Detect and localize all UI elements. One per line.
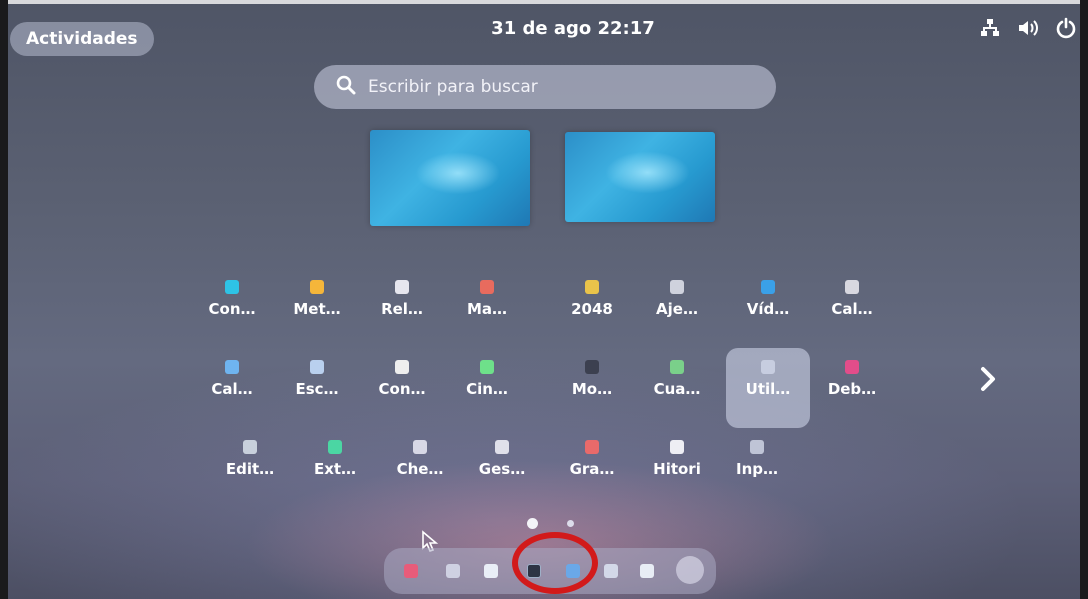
app-icon [585,280,599,294]
app-tile[interactable]: Ext… [293,428,377,508]
app-label: Deb… [827,380,877,398]
app-label: 2048 [571,300,613,318]
app-tile[interactable]: Con… [190,268,274,348]
workspace-thumbnail-2[interactable] [565,132,715,222]
app-icon [225,360,239,374]
app-tile[interactable]: Aje… [635,268,719,348]
app-tile[interactable]: Util… [726,348,810,428]
app-tile[interactable]: Inp… [715,428,799,508]
highlight-annotation [512,532,598,594]
dash-item-help[interactable] [640,564,654,578]
app-tile[interactable]: 2048 [550,268,634,348]
app-tile[interactable]: Deb… [810,348,894,428]
app-icon [670,280,684,294]
datetime-display[interactable]: 31 de ago 22:17 [453,18,693,39]
app-label: Cua… [653,380,701,398]
app-tile[interactable]: Con… [360,348,444,428]
app-icon [750,440,764,454]
app-label: Ges… [478,460,526,478]
app-label: Inp… [736,460,778,478]
app-tile[interactable]: Mo… [550,348,634,428]
search-field[interactable]: Escribir para buscar [314,65,776,109]
dash-item-files[interactable] [484,564,498,578]
app-icon [480,280,494,294]
search-placeholder: Escribir para buscar [368,77,538,97]
app-tile[interactable]: Cal… [190,348,274,428]
app-tile[interactable]: Víd… [726,268,810,348]
app-tile[interactable]: Cal… [810,268,894,348]
volume-icon[interactable] [1016,16,1040,40]
show-apps-button[interactable] [676,556,704,584]
app-icon [495,440,509,454]
monitor-bezel-right [1080,0,1088,599]
workspace-thumbnail-1[interactable] [370,130,530,226]
app-label: Aje… [656,300,698,318]
app-label: Ext… [313,460,357,478]
search-icon [336,75,356,99]
chevron-right-icon [981,367,995,391]
app-tile[interactable]: Hitori [635,428,719,508]
app-icon [670,360,684,374]
app-tile[interactable]: Cua… [635,348,719,428]
activities-button[interactable]: Actividades [10,22,154,56]
app-label: Util… [745,380,791,398]
app-icon [761,280,775,294]
app-label: Ma… [466,300,508,318]
app-icon [413,440,427,454]
monitor-bezel-left [0,0,8,599]
app-tile[interactable]: Edit… [208,428,292,508]
app-tile[interactable]: Esc… [275,348,359,428]
app-icon [243,440,257,454]
app-icon [310,360,324,374]
app-icon [761,360,775,374]
app-label: Edit… [225,460,275,478]
app-label: Cal… [211,380,253,398]
app-label: Rel… [381,300,423,318]
next-page-button[interactable] [976,364,1000,394]
app-label: Gra… [569,460,615,478]
app-label: Che… [396,460,444,478]
app-label: Cin… [466,380,508,398]
app-icon [585,440,599,454]
app-icon [585,360,599,374]
page-indicator-1[interactable] [527,518,538,529]
app-label: Hitori [653,460,701,478]
app-label: Mo… [571,380,613,398]
app-icon [670,440,684,454]
dash-item-firefox[interactable] [404,564,418,578]
app-label: Cal… [831,300,873,318]
app-icon [310,280,324,294]
system-tray[interactable] [978,16,1078,40]
app-tile[interactable]: Met… [275,268,359,348]
app-tile[interactable]: Gra… [550,428,634,508]
dash-item-camera[interactable] [604,564,618,578]
app-icon [395,280,409,294]
app-icon [328,440,342,454]
app-icon [225,280,239,294]
app-icon [480,360,494,374]
network-icon[interactable] [978,16,1002,40]
app-tile[interactable]: Ges… [460,428,544,508]
monitor-bezel-top [0,0,1088,4]
app-label: Esc… [295,380,339,398]
app-label: Con… [208,300,256,318]
app-tile[interactable]: Ma… [445,268,529,348]
app-tile[interactable]: Che… [378,428,462,508]
app-tile[interactable]: Cin… [445,348,529,428]
app-icon [395,360,409,374]
top-bar: Actividades 31 de ago 22:17 [8,6,1080,62]
app-label: Met… [293,300,341,318]
app-label: Con… [378,380,426,398]
dash-item-software[interactable] [446,564,460,578]
power-icon[interactable] [1054,16,1078,40]
page-indicator-2[interactable] [567,520,574,527]
app-icon [845,280,859,294]
app-tile[interactable]: Rel… [360,268,444,348]
app-icon [845,360,859,374]
app-label: Víd… [746,300,790,318]
